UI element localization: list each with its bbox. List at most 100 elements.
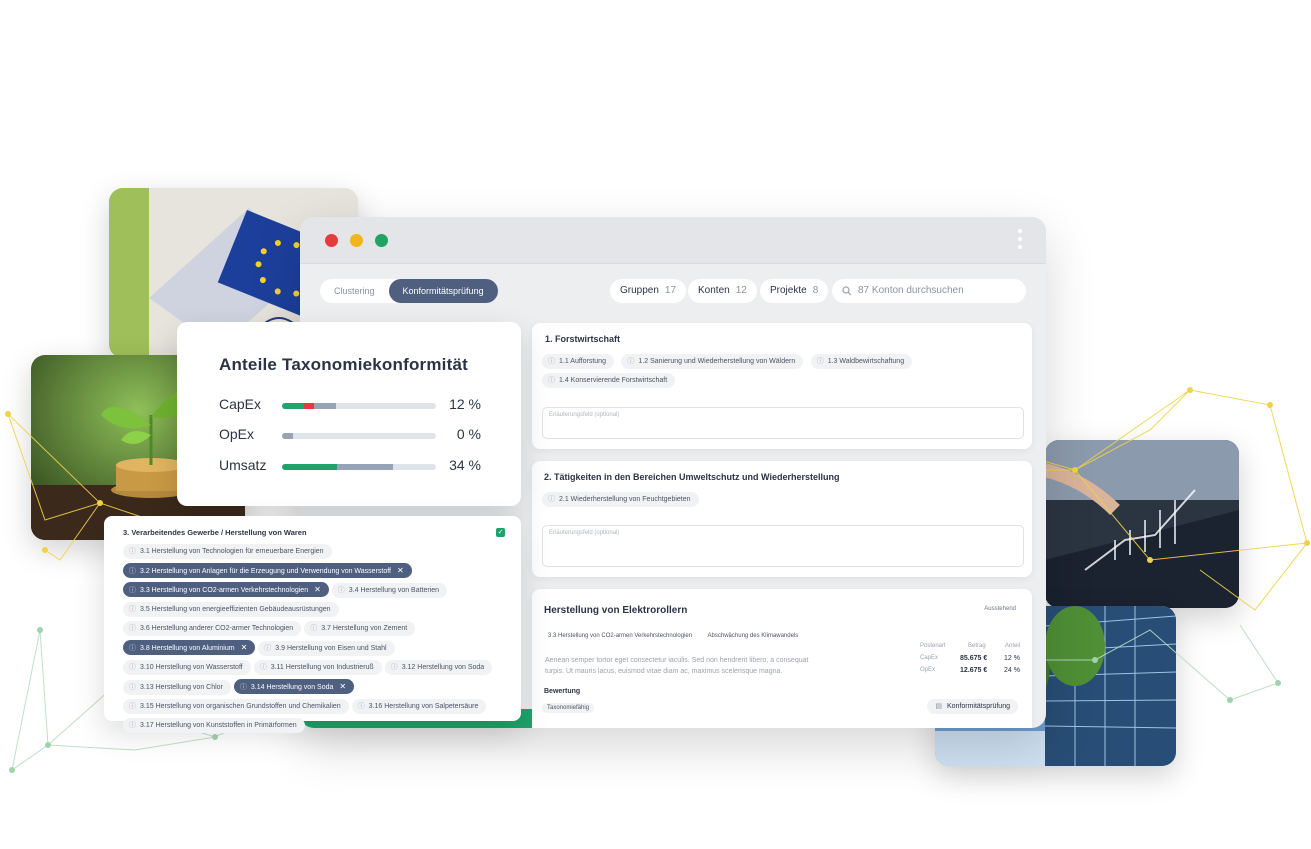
activity-tag[interactable]: ⓘ 3.9 Herstellung von Eisen und Stahl bbox=[258, 641, 395, 656]
filter-projekte[interactable]: Projekte 8 bbox=[760, 279, 829, 303]
info-icon: ⓘ bbox=[129, 703, 136, 710]
info-icon: ⓘ bbox=[129, 548, 136, 555]
minimize-window-button[interactable] bbox=[350, 234, 363, 247]
tag-list: ⓘ 1.1 Aufforstung ⓘ 1.2 Sanierung und Wied… bbox=[542, 354, 1022, 392]
info-icon: ⓘ bbox=[129, 684, 136, 691]
tag-label: 1.3 Waldbewirtschaftung bbox=[827, 358, 905, 365]
activity-tag[interactable]: ⓘ 1.3 Waldbewirtschaftung bbox=[810, 354, 913, 369]
table-cell: 85.675 € bbox=[960, 655, 988, 662]
activity-tag[interactable]: ⓘ 3.3 Herstellung von CO2-armen Verkehrst… bbox=[123, 582, 329, 597]
tag-label: 3.7 Herstellung von Zement bbox=[321, 625, 408, 632]
tag-label: 2.1 Wiederherstellung von Feuchtgebieten bbox=[559, 496, 691, 503]
activity-tag[interactable]: ⓘ 3.17 Herstellung von Kunststoffen in Pr… bbox=[123, 718, 305, 733]
tag-label: 3.12 Herstellung von Soda bbox=[401, 664, 485, 671]
search-icon bbox=[842, 286, 852, 296]
table-cell: 12.675 € bbox=[960, 667, 988, 674]
button-label: Konformitätsprüfung bbox=[946, 703, 1010, 710]
activity-tag[interactable]: ⓘ 1.4 Konservierende Forstwirtschaft bbox=[542, 373, 676, 388]
activity-tag[interactable]: ⓘ 3.11 Herstellung von Industrieruß bbox=[253, 660, 382, 675]
tag-label: 1.1 Aufforstung bbox=[559, 358, 606, 365]
remove-tag-icon[interactable]: ✕ bbox=[241, 643, 248, 652]
activity-tag[interactable]: ⓘ 3.7 Herstellung von Zement bbox=[304, 621, 416, 636]
share-bar bbox=[282, 433, 436, 439]
search-input[interactable]: 87 Konton durchsuchen bbox=[832, 279, 1026, 303]
info-icon: ⓘ bbox=[129, 606, 136, 613]
activity-tag[interactable]: ⓘ 3.2 Herstellung von Anlagen für die Erz… bbox=[123, 563, 412, 578]
more-options-icon[interactable] bbox=[1018, 229, 1022, 253]
share-value: 34 % bbox=[449, 457, 481, 473]
activity-tag[interactable]: ⓘ 3.16 Herstellung von Salpetersäure bbox=[351, 699, 487, 714]
info-icon: ⓘ bbox=[627, 358, 635, 365]
tag-label: 3.17 Herstellung von Kunststoffen in Pri… bbox=[140, 722, 297, 729]
amount-table: Postenart Betrag Anteil CapEx 85.675 € 1… bbox=[920, 643, 1020, 679]
remove-tag-icon[interactable]: ✕ bbox=[314, 585, 321, 594]
tag-label: 3.4 Herstellung von Batterien bbox=[348, 587, 440, 594]
remove-tag-icon[interactable]: ✕ bbox=[339, 682, 346, 691]
tab-clustering[interactable]: Clustering bbox=[320, 279, 389, 303]
view-tabs: Clustering Konformitätsprüfung bbox=[320, 279, 498, 303]
activity-tag: 3.3 Herstellung von CO2-armen Verkehrste… bbox=[548, 633, 693, 639]
activity-tag[interactable]: ⓘ 3.13 Herstellung von Chlor bbox=[123, 680, 231, 695]
info-icon: ⓘ bbox=[548, 358, 555, 365]
info-icon: ⓘ bbox=[816, 358, 824, 365]
section-verarbeitendes-gewerbe: 3. Verarbeitendes Gewerbe / Herstellung … bbox=[104, 516, 521, 733]
project-tags: 3.3 Herstellung von CO2-armen Verkehrste… bbox=[544, 629, 805, 648]
activity-tag[interactable]: ⓘ 3.10 Herstellung von Wasserstoff bbox=[123, 660, 251, 675]
tag-label: 3.1 Herstellung von Technologien für ern… bbox=[140, 548, 324, 555]
table-header-cell: Anteil bbox=[1004, 643, 1020, 649]
tag-label: 3.2 Herstellung von Anlagen für die Erze… bbox=[140, 568, 391, 575]
activity-tag[interactable]: ⓘ 3.5 Herstellung von energieeffizienten … bbox=[123, 602, 339, 617]
share-bar bbox=[282, 403, 436, 409]
filter-label: Gruppen bbox=[620, 285, 659, 296]
activity-tag[interactable]: ⓘ 3.6 Herstellung anderer CO2-armer Techn… bbox=[123, 621, 302, 636]
activity-tag[interactable]: ⓘ 3.15 Herstellung von organischen Grunds… bbox=[123, 699, 349, 714]
maximize-window-button[interactable] bbox=[375, 234, 388, 247]
filter-konten[interactable]: Konten 12 bbox=[688, 279, 757, 303]
activity-tag[interactable]: ⓘ 3.12 Herstellung von Soda bbox=[384, 660, 493, 675]
explanation-field[interactable]: Erläuterungsfeld (optional) bbox=[542, 525, 1024, 567]
activity-tag[interactable]: ⓘ 2.1 Wiederherstellung von Feuchtgebiete… bbox=[542, 492, 699, 507]
tag-list: ⓘ 2.1 Wiederherstellung von Feuchtgebiete… bbox=[542, 492, 1022, 511]
share-bar-red bbox=[303, 403, 315, 409]
table-cell: OpEx bbox=[920, 667, 936, 673]
tag-label: 3.5 Herstellung von energieeffizienten G… bbox=[140, 606, 331, 613]
activity-tag[interactable]: ⓘ 3.14 Herstellung von Soda ✕ bbox=[233, 679, 355, 694]
card-title: Anteile Taxonomiekonformität bbox=[219, 355, 468, 374]
share-label: Umsatz bbox=[219, 457, 267, 473]
filter-label: Konten bbox=[698, 285, 730, 296]
activity-tag[interactable]: ⓘ 3.8 Herstellung von Aluminium ✕ bbox=[123, 640, 256, 655]
activity-tag[interactable]: ⓘ 3.4 Herstellung von Batterien bbox=[331, 583, 448, 598]
conformity-check-button[interactable]: ▤ Konformitätsprüfung bbox=[927, 699, 1018, 714]
explanation-placeholder: Erläuterungsfeld (optional) bbox=[549, 530, 620, 536]
filter-gruppen[interactable]: Gruppen 17 bbox=[610, 279, 687, 303]
explanation-field[interactable]: Erläuterungsfeld (optional) bbox=[542, 407, 1024, 439]
share-bar bbox=[282, 464, 436, 470]
project-card-elektroroller[interactable]: Herstellung von Elektrorollern Ausstehen… bbox=[532, 589, 1032, 728]
tag-list: ⓘ 3.1 Herstellung von Technologien für er… bbox=[123, 544, 508, 737]
activity-tag[interactable]: ⓘ 1.1 Aufforstung bbox=[542, 354, 614, 369]
activity-tag[interactable]: ⓘ 1.2 Sanierung und Wiederherstellung von… bbox=[621, 354, 804, 369]
table-row: CapEx 85.675 € 12 % bbox=[920, 655, 1020, 667]
taxonomy-share-card: Anteile Taxonomiekonformität CapEx 12 % … bbox=[177, 322, 521, 506]
info-icon: ⓘ bbox=[129, 587, 136, 594]
share-bar-green bbox=[282, 403, 304, 409]
tab-konformitaetspruefung[interactable]: Konformitätsprüfung bbox=[388, 279, 498, 303]
tag-label: 1.4 Konservierende Forstwirtschaft bbox=[559, 377, 668, 384]
share-row-umsatz: Umsatz 34 % bbox=[219, 457, 481, 477]
search-placeholder: 87 Konton durchsuchen bbox=[858, 285, 964, 296]
activity-tag[interactable]: ⓘ 3.1 Herstellung von Technologien für er… bbox=[123, 544, 332, 559]
project-title: Herstellung von Elektrorollern bbox=[544, 605, 688, 616]
status-badge: Ausstehend bbox=[984, 606, 1016, 612]
share-value: 12 % bbox=[449, 396, 481, 412]
info-icon: ⓘ bbox=[390, 664, 398, 671]
checkbox-checked-icon[interactable]: ✓ bbox=[496, 528, 505, 537]
tag-label: 3.11 Herstellung von Industrieruß bbox=[270, 664, 374, 671]
tag-label: 3.3 Herstellung von CO2-armen Verkehrste… bbox=[140, 587, 309, 594]
section-forstwirtschaft: 1. Forstwirtschaft ⓘ 1.1 Aufforstung ⓘ 1.2… bbox=[532, 323, 1032, 449]
info-icon: ⓘ bbox=[129, 645, 136, 652]
rating-value: Taxonomiefähig bbox=[542, 703, 595, 713]
filter-count: 8 bbox=[812, 285, 819, 296]
share-label: OpEx bbox=[219, 426, 255, 442]
remove-tag-icon[interactable]: ✕ bbox=[397, 566, 404, 575]
close-window-button[interactable] bbox=[325, 234, 338, 247]
